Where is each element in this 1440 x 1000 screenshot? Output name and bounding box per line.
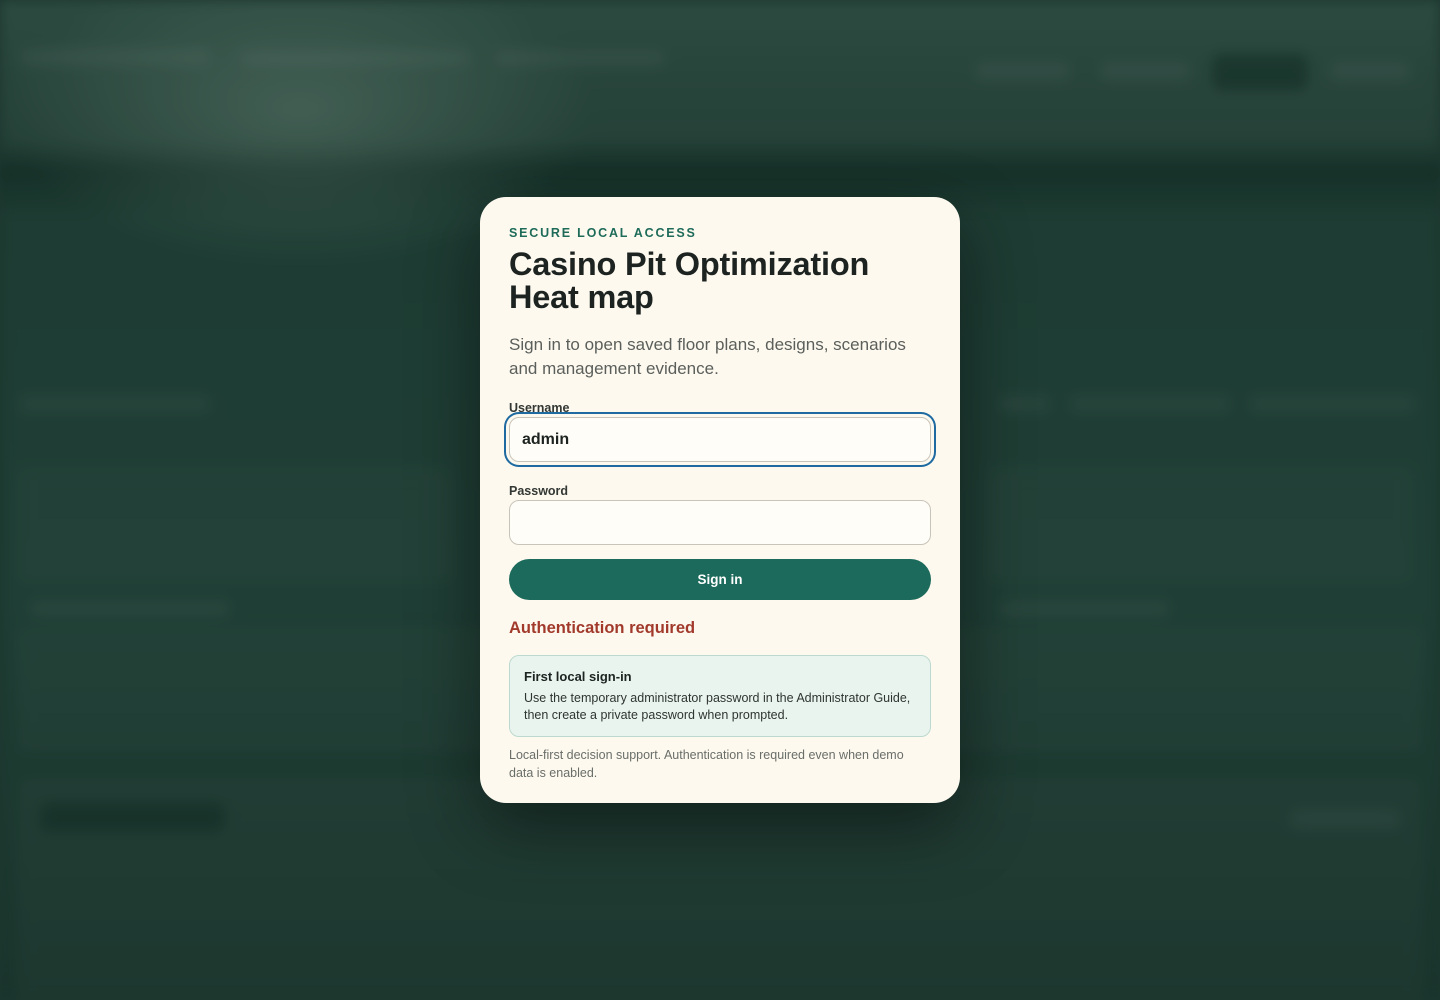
auth-error-message: Authentication required [509,619,696,637]
username-label: Username [509,401,570,415]
first-sign-in-notice: First local sign-in Use the temporary ad… [509,655,931,737]
login-subtitle: Sign in to open saved floor plans, desig… [509,335,906,378]
password-input[interactable] [509,500,931,545]
username-input[interactable] [509,417,931,462]
footnote: Local-first decision support. Authentica… [509,748,904,780]
app-title: Casino Pit Optimization Heat map [509,246,870,315]
secure-access-eyebrow: SECURE LOCAL ACCESS [509,226,697,240]
notice-title: First local sign-in [524,669,632,684]
login-dialog: SECURE LOCAL ACCESS Casino Pit Optimizat… [480,197,960,803]
notice-body: Use the temporary administrator password… [524,691,911,722]
password-label: Password [509,484,569,498]
sign-in-button[interactable]: Sign in [509,559,931,600]
